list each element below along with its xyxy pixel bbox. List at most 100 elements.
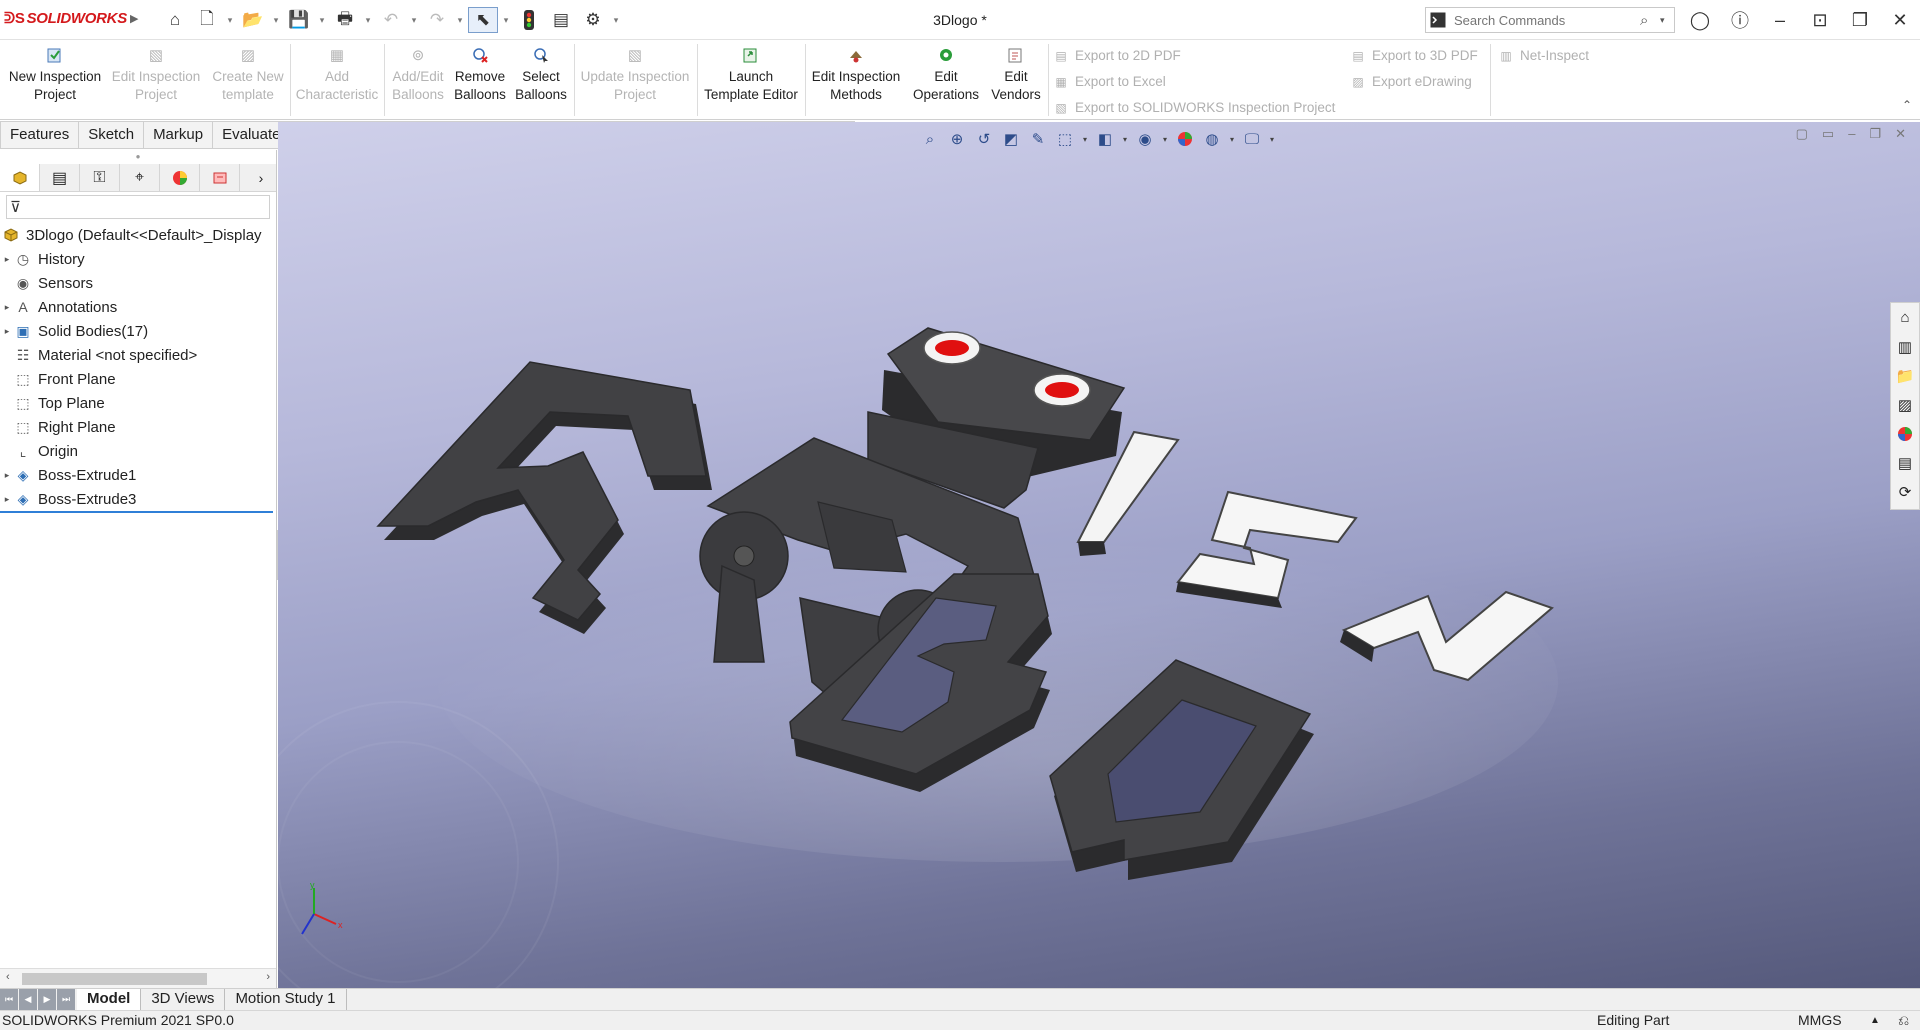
account-icon[interactable]: ◯ [1680, 10, 1720, 31]
search-commands[interactable]: ⌕ ▾ [1425, 7, 1675, 33]
3d-logo-model[interactable] [278, 122, 1920, 988]
tree-item-sensors[interactable]: ◉ Sensors [0, 271, 276, 295]
export-2d-pdf-button[interactable]: ▤ Export to 2D PDF [1052, 45, 1180, 67]
print-dropdown-icon[interactable]: ▾ [362, 7, 374, 33]
remove-balloons-button[interactable]: Remove Balloons [450, 46, 510, 118]
search-input[interactable] [1450, 9, 1640, 31]
select-balloons-button[interactable]: Select Balloons [510, 46, 572, 118]
expand-arrow-icon[interactable]: ▸ [0, 254, 14, 265]
select-dropdown-icon[interactable]: ▾ [500, 7, 512, 33]
cam-manager-tab-icon[interactable] [200, 164, 240, 191]
expand-arrow-icon[interactable]: ▸ [0, 470, 14, 481]
undo-dropdown-icon[interactable]: ▾ [408, 7, 420, 33]
open-icon[interactable]: 📂 [238, 7, 268, 33]
bottom-tab-3d-views[interactable]: 3D Views [141, 989, 226, 1010]
menu-expand-arrow-icon[interactable]: ▶ [130, 12, 138, 25]
update-inspection-project-button[interactable]: ▧ Update Inspection Project [576, 46, 694, 118]
last-tab-icon[interactable]: ⏭ [57, 989, 75, 1010]
bottom-tab-model[interactable]: Model [77, 989, 142, 1010]
bottom-tab-motion-study-1[interactable]: Motion Study 1 [225, 989, 347, 1010]
traffic-light-icon[interactable] [514, 7, 544, 33]
feature-manager-tab-icon[interactable] [0, 164, 40, 191]
options-dropdown-icon[interactable]: ▾ [610, 7, 622, 33]
file-properties-icon[interactable]: ▤ [546, 7, 576, 33]
tree-item-boss-extrude3[interactable]: ▸ ◈ Boss-Extrude3 [0, 487, 276, 511]
graphics-area[interactable]: ⌕ ⊕ ↺ ◩ ✎ ⬚ ▾ ◧ ▾ ◉ ▾ ◍ ▾ 🖵 ▾ ▢ ▭ – ❐ ✕ [278, 122, 1920, 988]
edit-operations-button[interactable]: Edit Operations [907, 46, 985, 118]
redo-icon[interactable]: ↷ [422, 7, 452, 33]
expand-arrow-icon[interactable]: ▸ [0, 494, 14, 505]
new-inspection-project-button[interactable]: New Inspection Project [4, 46, 106, 118]
next-tab-icon[interactable]: ▶ [38, 989, 56, 1010]
edit-inspection-methods-button[interactable]: Edit Inspection Methods [808, 46, 904, 118]
search-icon[interactable]: ⌕ [1640, 12, 1660, 29]
search-dropdown-icon[interactable]: ▾ [1660, 15, 1674, 26]
save-icon[interactable]: 💾 [284, 7, 314, 33]
tab-sketch[interactable]: Sketch [79, 121, 145, 149]
solidworks-logo[interactable]: ᕲS SOLIDWORKS [4, 10, 127, 27]
ribbon-collapse-icon[interactable]: ⌃ [1902, 98, 1912, 112]
expand-arrow-icon[interactable]: ▸ [0, 302, 14, 313]
net-inspect-button[interactable]: ▥ Net-Inspect [1497, 45, 1589, 67]
tree-item-history[interactable]: ▸ ◷ History [0, 247, 276, 271]
redo-dropdown-icon[interactable]: ▾ [454, 7, 466, 33]
first-tab-icon[interactable]: ⏮ [0, 989, 18, 1010]
launch-template-editor-button[interactable]: Launch Template Editor [700, 46, 802, 118]
new-document-icon[interactable]: 🗋 [192, 7, 222, 33]
create-template-button[interactable]: ▨ Create New template [208, 46, 288, 118]
tab-features[interactable]: Features [0, 121, 80, 149]
expand-arrow-icon[interactable]: ▸ [0, 326, 14, 337]
tree-root[interactable]: 3Dlogo (Default<<Default>_Display [0, 223, 276, 247]
minimize-icon[interactable]: – [1760, 10, 1800, 31]
help-icon[interactable]: ⓘ [1720, 7, 1760, 33]
custom-properties-icon[interactable]: ▤ [1891, 448, 1919, 477]
tree-item-annotations[interactable]: ▸ A Annotations [0, 295, 276, 319]
chevron-right-icon[interactable]: › [246, 164, 276, 191]
solidworks-forum-icon[interactable]: ⟳ [1891, 477, 1919, 506]
property-manager-tab-icon[interactable]: ▤ [40, 164, 80, 191]
tree-filter[interactable]: ⊽ [6, 195, 270, 219]
maximize-icon[interactable]: ❐ [1840, 10, 1880, 31]
tree-item-material-not-specified[interactable]: ☷ Material <not specified> [0, 343, 276, 367]
select-icon[interactable]: ⬉ [468, 7, 498, 33]
view-palette-icon[interactable]: ▨ [1891, 390, 1919, 419]
edit-inspection-project-button[interactable]: ▧ Edit Inspection Project [108, 46, 204, 118]
prev-tab-icon[interactable]: ◀ [19, 989, 37, 1010]
print-icon[interactable]: 🖶 [330, 7, 360, 33]
open-dropdown-icon[interactable]: ▾ [270, 7, 282, 33]
file-explorer-icon[interactable]: 📁 [1891, 361, 1919, 390]
unit-system[interactable]: MMGS [1798, 1011, 1842, 1030]
display-manager-tab-icon[interactable] [160, 164, 200, 191]
unit-chevron-up-icon[interactable]: ▲ [1870, 1011, 1880, 1030]
add-edit-balloons-button[interactable]: ⊚ Add/Edit Balloons [386, 46, 450, 118]
configuration-manager-tab-icon[interactable]: ⚿ [80, 164, 120, 191]
save-dropdown-icon[interactable]: ▾ [316, 7, 328, 33]
tree-item-top-plane[interactable]: ⬚ Top Plane [0, 391, 276, 415]
tree-item-boss-extrude1[interactable]: ▸ ◈ Boss-Extrude1 [0, 463, 276, 487]
design-library-icon[interactable]: ▥ [1891, 332, 1919, 361]
dimxpert-manager-tab-icon[interactable]: ⌖ [120, 164, 160, 191]
edit-vendors-button[interactable]: Edit Vendors [988, 46, 1044, 118]
add-characteristic-button[interactable]: ▦ Add Characteristic [292, 46, 382, 118]
options-gear-icon[interactable]: ⚙ [578, 7, 608, 33]
rollback-bar[interactable] [0, 511, 273, 513]
new-dropdown-icon[interactable]: ▾ [224, 7, 236, 33]
tree-item-right-plane[interactable]: ⬚ Right Plane [0, 415, 276, 439]
solidworks-resources-icon[interactable]: ⌂ [1891, 303, 1919, 332]
close-icon[interactable]: ✕ [1880, 10, 1920, 31]
tree-item-solid-bodies-17[interactable]: ▸ ▣ Solid Bodies(17) [0, 319, 276, 343]
export-3d-pdf-button[interactable]: ▤ Export to 3D PDF [1349, 45, 1477, 67]
rebuild-status-icon[interactable]: ⎌ [1898, 1011, 1909, 1030]
export-excel-button[interactable]: ▦ Export to Excel [1052, 71, 1165, 93]
undo-icon[interactable]: ↶ [376, 7, 406, 33]
tree-item-origin[interactable]: ⌞ Origin [0, 439, 276, 463]
appearances-icon[interactable] [1891, 419, 1919, 448]
restore-window-icon[interactable]: ⊡ [1800, 10, 1840, 31]
home-icon[interactable]: ⌂ [160, 7, 190, 33]
tree-horizontal-scrollbar[interactable]: ‹ › [0, 968, 276, 988]
scroll-left-icon[interactable]: ‹ [6, 971, 10, 983]
export-edrawing-button[interactable]: ▨ Export eDrawing [1349, 71, 1471, 93]
panel-grip-icon[interactable]: ● [0, 150, 276, 164]
scroll-right-icon[interactable]: › [266, 971, 270, 983]
scroll-thumb[interactable] [22, 973, 207, 985]
